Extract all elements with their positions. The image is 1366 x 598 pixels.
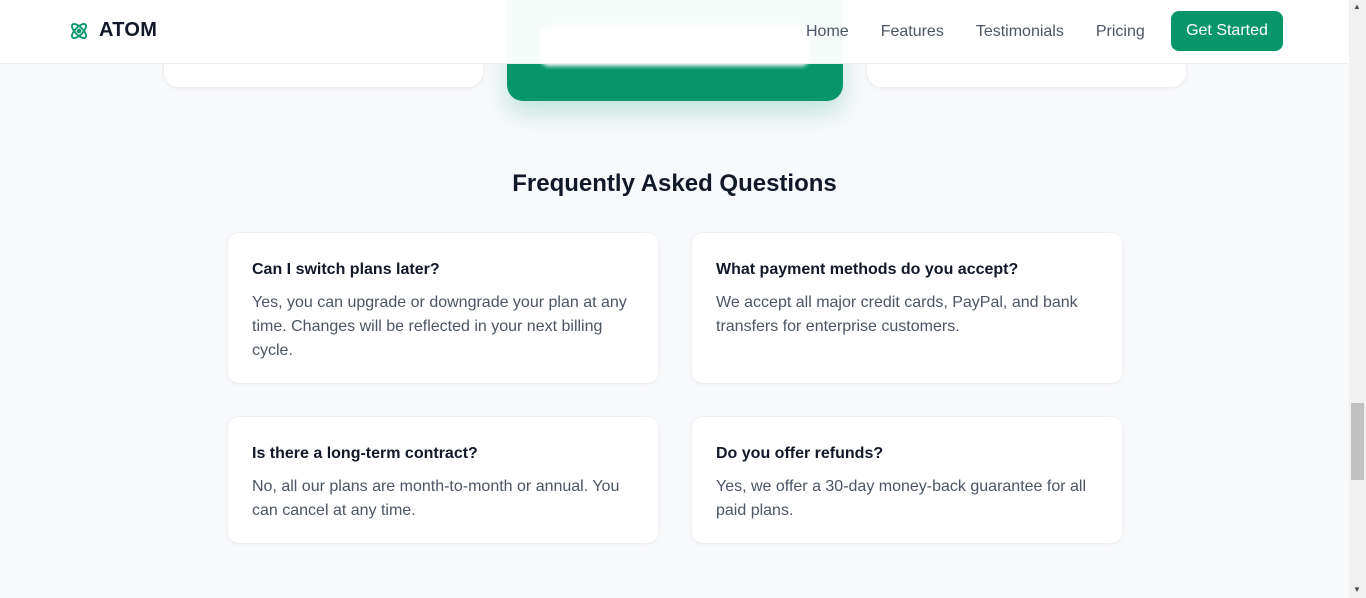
get-started-button[interactable]: Get Started: [1171, 11, 1283, 51]
faq-item: Is there a long-term contract? No, all o…: [227, 416, 659, 544]
faq-answer: Yes, you can upgrade or downgrade your p…: [252, 294, 627, 359]
scrollbar-thumb[interactable]: [1351, 403, 1364, 480]
faq-item: Do you offer refunds? Yes, we offer a 30…: [691, 416, 1123, 544]
scrollbar-track[interactable]: [1349, 0, 1366, 598]
faq-question: Can I switch plans later?: [252, 261, 440, 278]
scroll-down-arrow-icon[interactable]: ▼: [1353, 586, 1361, 594]
brand-name: ATOM: [99, 19, 158, 41]
faq-answer: Yes, we offer a 30-day money-back guaran…: [716, 478, 1086, 519]
main-nav: Home Features Testimonials Pricing: [806, 0, 1145, 64]
nav-link-testimonials[interactable]: Testimonials: [976, 23, 1064, 41]
nav-link-pricing[interactable]: Pricing: [1096, 23, 1145, 41]
faq-title: Frequently Asked Questions: [512, 170, 837, 197]
faq-item: What payment methods do you accept? We a…: [691, 232, 1123, 384]
faq-item: Can I switch plans later? Yes, you can u…: [227, 232, 659, 384]
page: ATOM Home Features Testimonials Pricing …: [0, 0, 1366, 598]
scroll-up-arrow-icon[interactable]: ▲: [1353, 3, 1361, 11]
faq-answer: We accept all major credit cards, PayPal…: [716, 294, 1078, 335]
nav-link-home[interactable]: Home: [806, 23, 849, 41]
site-header: ATOM Home Features Testimonials Pricing …: [0, 0, 1349, 64]
atom-icon: [68, 20, 90, 42]
faq-question: What payment methods do you accept?: [716, 261, 1019, 278]
brand-logo[interactable]: ATOM: [68, 19, 157, 42]
nav-link-features[interactable]: Features: [881, 23, 944, 41]
faq-answer: No, all our plans are month-to-month or …: [252, 478, 620, 519]
faq-question: Do you offer refunds?: [716, 445, 884, 462]
faq-question: Is there a long-term contract?: [252, 445, 478, 462]
